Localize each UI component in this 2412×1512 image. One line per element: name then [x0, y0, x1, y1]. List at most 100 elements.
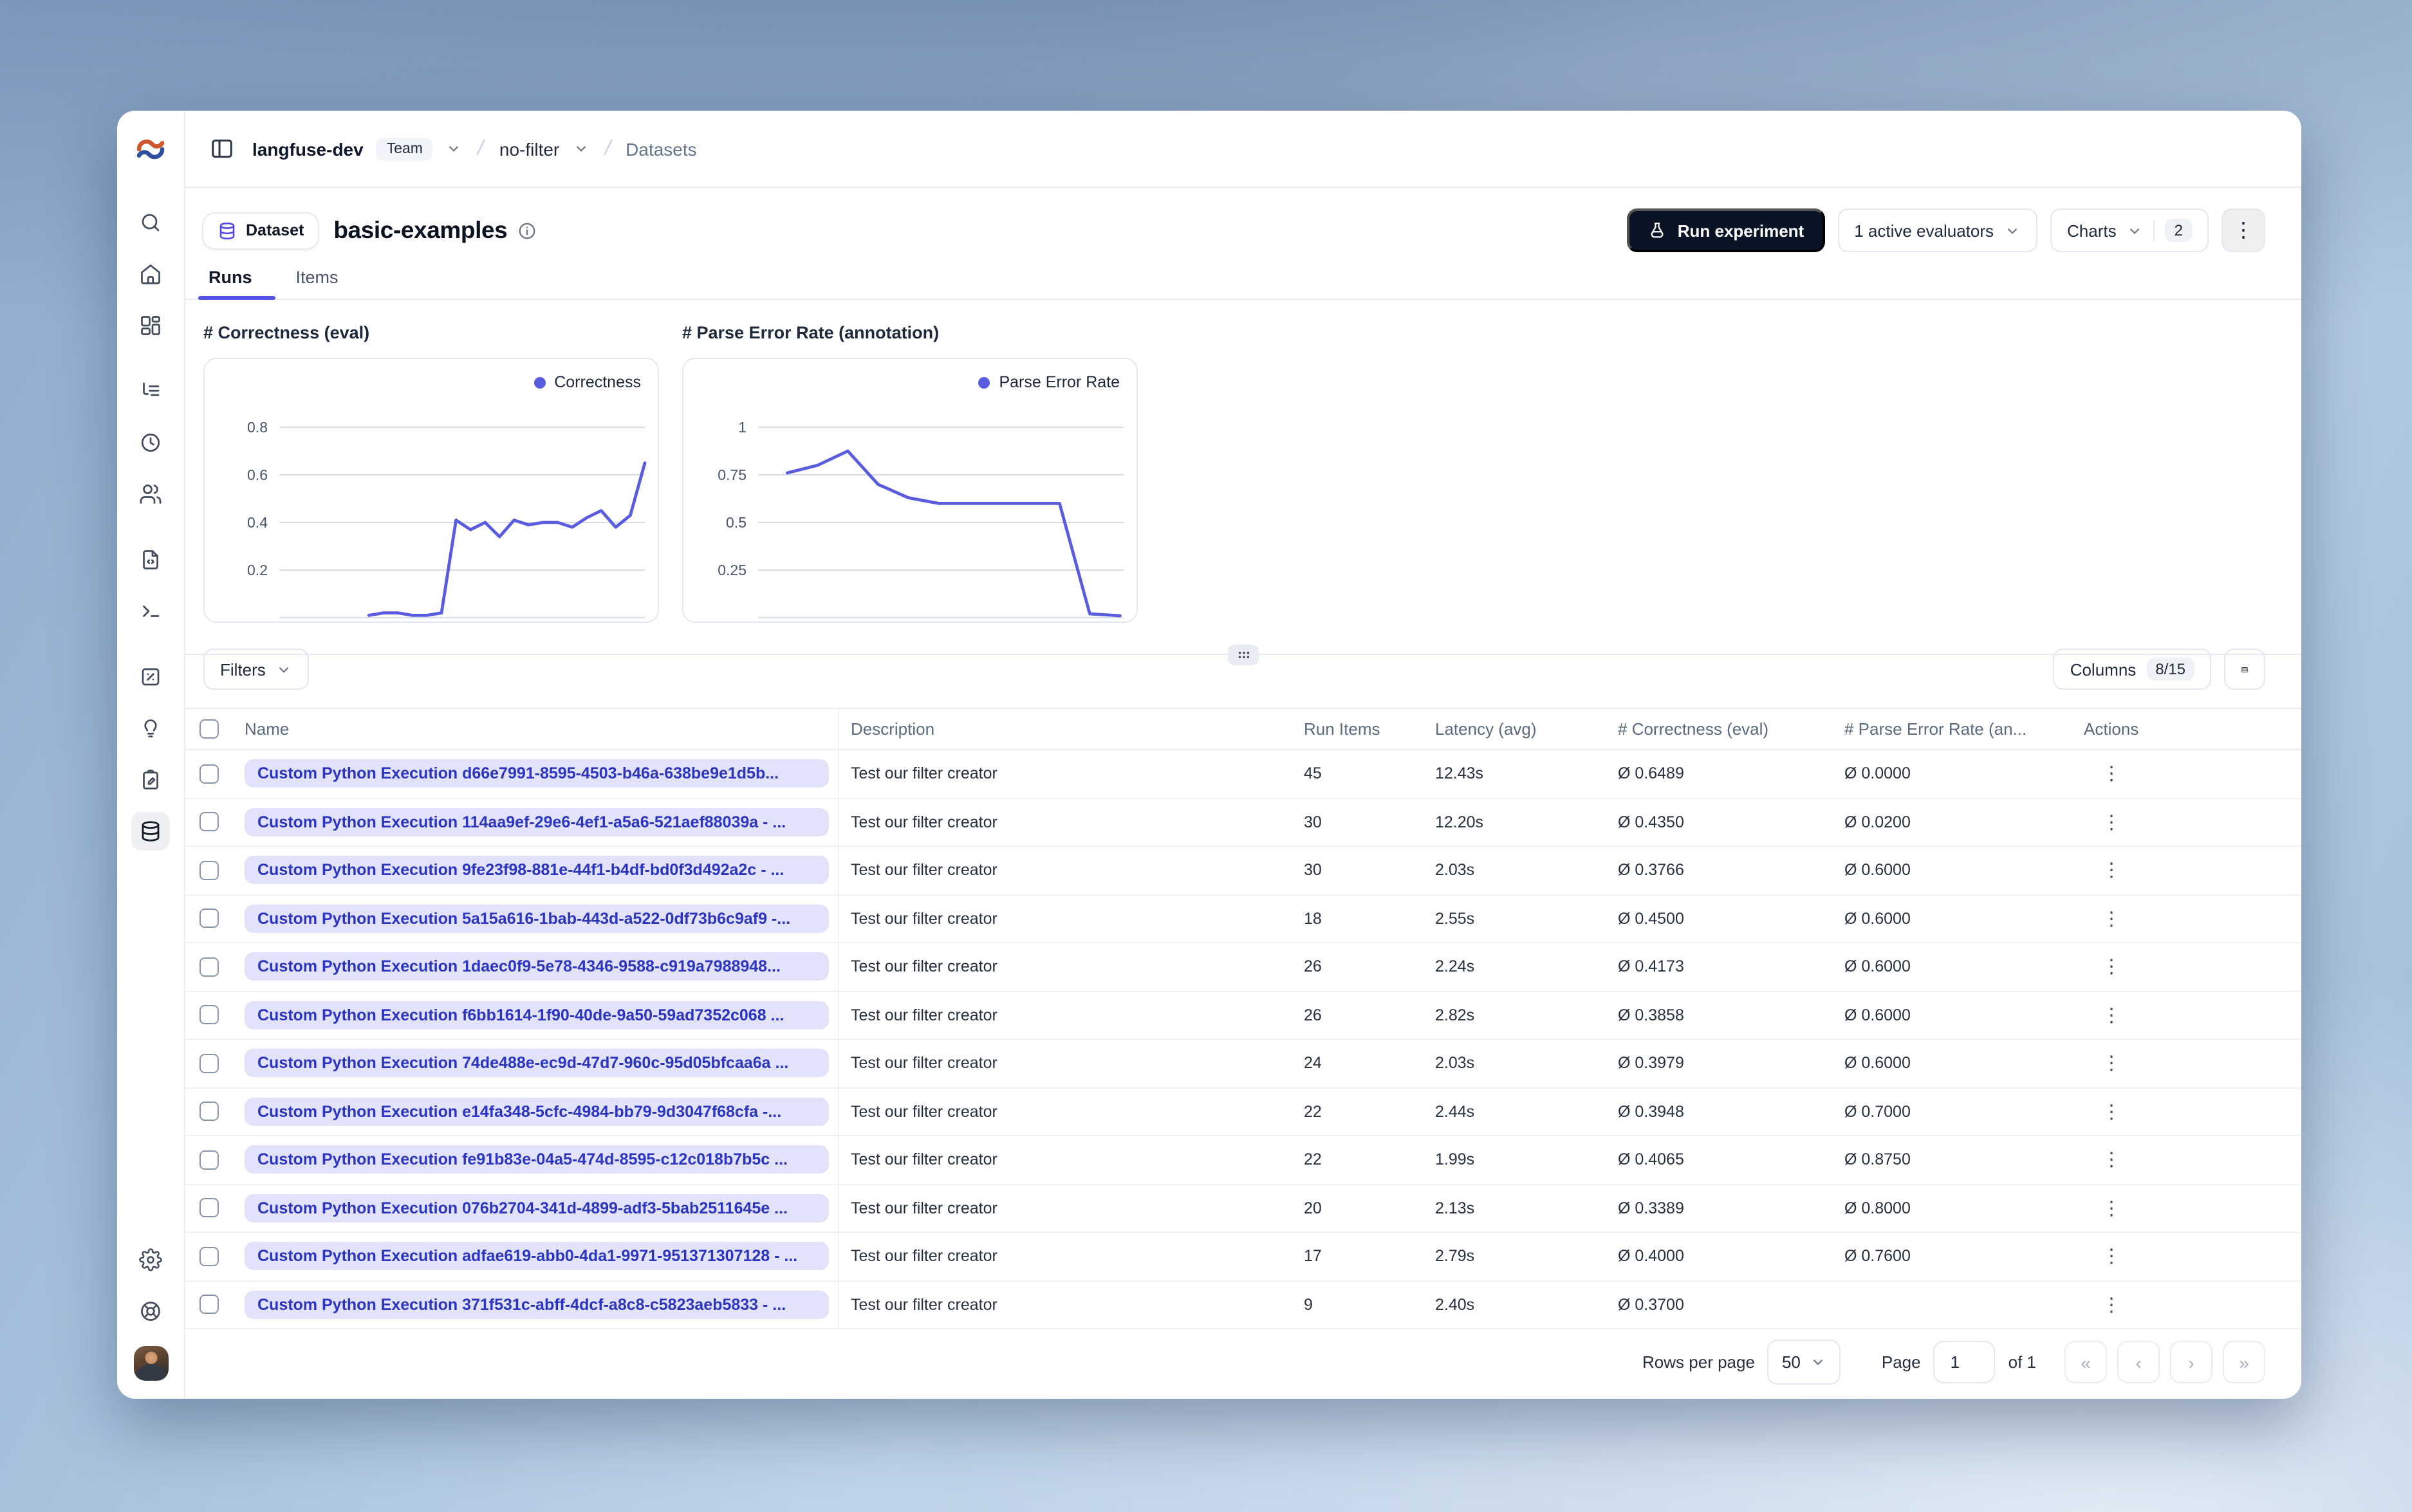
row-kebab-menu[interactable]: ⋮ [2084, 1147, 2129, 1173]
run-name-link[interactable]: Custom Python Execution d66e7991-8595-45… [245, 759, 829, 788]
run-name-link[interactable]: Custom Python Execution 114aa9ef-29e6-4e… [245, 807, 829, 836]
column-header-name[interactable]: Name [233, 709, 839, 749]
divider [2153, 220, 2155, 241]
row-checkbox[interactable] [199, 1005, 219, 1025]
run-name-link[interactable]: Custom Python Execution 9fe23f98-881e-44… [245, 856, 829, 885]
run-latency: 2.55s [1435, 909, 1475, 928]
run-name-link[interactable]: Custom Python Execution 74de488e-ec9d-47… [245, 1049, 829, 1078]
row-kebab-menu[interactable]: ⋮ [2084, 906, 2129, 932]
run-name-link[interactable]: Custom Python Execution 5a15a616-1bab-44… [245, 904, 829, 933]
column-header-description[interactable]: Description [839, 719, 1292, 739]
row-kebab-menu[interactable]: ⋮ [2084, 1292, 2129, 1318]
row-checkbox[interactable] [199, 957, 219, 977]
tab-runs[interactable]: Runs [198, 268, 275, 300]
prev-page-button[interactable]: ‹ [2117, 1341, 2160, 1383]
run-name-link[interactable]: Custom Python Execution fe91b83e-04a5-47… [245, 1145, 829, 1174]
column-header-correctness[interactable]: # Correctness (eval) [1606, 719, 1833, 739]
row-checkbox[interactable] [199, 1198, 219, 1218]
row-checkbox[interactable] [199, 812, 219, 832]
page-input[interactable] [1933, 1341, 1996, 1383]
run-description: Test our filter creator [851, 1295, 997, 1314]
user-avatar[interactable] [133, 1346, 168, 1381]
table-row[interactable]: Custom Python Execution 74de488e-ec9d-47… [185, 1040, 2301, 1088]
row-kebab-menu[interactable]: ⋮ [2084, 1051, 2129, 1076]
prompts-file-code-icon[interactable] [131, 540, 170, 579]
evaluators-lightbulb-icon[interactable] [131, 709, 170, 748]
last-page-button[interactable]: » [2223, 1341, 2265, 1383]
row-kebab-menu[interactable]: ⋮ [2084, 1244, 2129, 1269]
langfuse-logo-icon[interactable] [135, 136, 166, 162]
row-kebab-menu[interactable]: ⋮ [2084, 858, 2129, 883]
breadcrumb-org[interactable]: langfuse-dev [252, 138, 364, 159]
run-name-link[interactable]: Custom Python Execution e14fa348-5cfc-49… [245, 1097, 829, 1126]
table-row[interactable]: Custom Python Execution 9fe23f98-881e-44… [185, 847, 2301, 895]
run-correctness: Ø 0.4350 [1618, 813, 1684, 831]
tracing-icon[interactable] [131, 372, 170, 410]
support-lifebuoy-icon[interactable] [131, 1292, 170, 1331]
row-checkbox[interactable] [199, 860, 219, 880]
datasets-database-icon[interactable] [131, 812, 170, 851]
table-row[interactable]: Custom Python Execution 114aa9ef-29e6-4e… [185, 798, 2301, 847]
row-checkbox[interactable] [199, 1053, 219, 1073]
tab-items[interactable]: Items [291, 268, 344, 299]
users-icon[interactable] [131, 475, 170, 513]
table-row[interactable]: Custom Python Execution adfae619-abb0-4d… [185, 1233, 2301, 1281]
drag-handle[interactable] [1228, 645, 1259, 665]
row-kebab-menu[interactable]: ⋮ [2084, 761, 2129, 787]
row-kebab-menu[interactable]: ⋮ [2084, 1002, 2129, 1028]
run-name-link[interactable]: Custom Python Execution adfae619-abb0-4d… [245, 1242, 829, 1271]
sessions-clock-icon[interactable] [131, 423, 170, 462]
table-row[interactable]: Custom Python Execution d66e7991-8595-45… [185, 750, 2301, 798]
row-checkbox[interactable] [199, 1102, 219, 1121]
first-page-button[interactable]: « [2064, 1341, 2107, 1383]
run-experiment-button[interactable]: Run experiment [1627, 208, 1825, 252]
page-kebab-menu[interactable]: ⋮ [2222, 208, 2265, 252]
table-row[interactable]: Custom Python Execution e14fa348-5cfc-49… [185, 1088, 2301, 1136]
run-name-link[interactable]: Custom Python Execution f6bb1614-1f90-40… [245, 1000, 829, 1029]
desktop-background: langfuse-dev Team / no-filter / Datasets… [0, 0, 2412, 1512]
table-row[interactable]: Custom Python Execution fe91b83e-04a5-47… [185, 1136, 2301, 1185]
rows-per-page-select[interactable]: 50 [1767, 1340, 1841, 1385]
table-row[interactable]: Custom Python Execution 076b2704-341d-48… [185, 1185, 2301, 1233]
row-kebab-menu[interactable]: ⋮ [2084, 1099, 2129, 1125]
row-checkbox[interactable] [199, 1150, 219, 1170]
charts-dropdown[interactable]: Charts 2 [2050, 208, 2209, 252]
row-kebab-menu[interactable]: ⋮ [2084, 809, 2129, 835]
sidebar-toggle-icon[interactable] [203, 131, 239, 167]
table-row[interactable]: Custom Python Execution 371f531c-abff-4d… [185, 1281, 2301, 1329]
active-evaluators-dropdown[interactable]: 1 active evaluators [1837, 208, 2038, 252]
search-icon[interactable] [131, 203, 170, 242]
run-name-link[interactable]: Custom Python Execution 371f531c-abff-4d… [245, 1290, 829, 1319]
rows-per-page-label: Rows per page [1642, 1352, 1755, 1372]
run-name-link[interactable]: Custom Python Execution 076b2704-341d-48… [245, 1194, 829, 1222]
row-kebab-menu[interactable]: ⋮ [2084, 954, 2129, 980]
row-checkbox[interactable] [199, 1295, 219, 1314]
table-row[interactable]: Custom Python Execution 5a15a616-1bab-44… [185, 895, 2301, 943]
table-row[interactable]: Custom Python Execution 1daec0f9-5e78-43… [185, 943, 2301, 991]
info-icon[interactable] [517, 221, 537, 240]
row-checkbox[interactable] [199, 908, 219, 928]
row-checkbox[interactable] [199, 764, 219, 784]
next-page-button[interactable]: › [2170, 1341, 2213, 1383]
run-parse-error: Ø 0.6000 [1844, 861, 1911, 880]
table-row[interactable]: Custom Python Execution f6bb1614-1f90-40… [185, 991, 2301, 1040]
select-all-checkbox[interactable] [199, 719, 219, 739]
chevron-down-icon[interactable] [572, 140, 589, 157]
column-header-parse-error[interactable]: # Parse Error Rate (an... [1833, 719, 2072, 739]
chevron-down-icon[interactable] [446, 140, 463, 157]
column-header-run-items[interactable]: Run Items [1292, 719, 1424, 739]
dashboards-icon[interactable] [131, 306, 170, 345]
breadcrumb-project[interactable]: no-filter [499, 138, 559, 159]
run-description: Test our filter creator [851, 1102, 997, 1121]
breadcrumb-section[interactable]: Datasets [626, 138, 697, 159]
home-icon[interactable] [131, 255, 170, 293]
chart-legend: Correctness [533, 373, 641, 391]
playground-terminal-icon[interactable] [131, 592, 170, 631]
row-checkbox[interactable] [199, 1246, 219, 1266]
scores-percent-icon[interactable] [131, 658, 170, 696]
column-header-latency[interactable]: Latency (avg) [1424, 719, 1606, 739]
run-name-link[interactable]: Custom Python Execution 1daec0f9-5e78-43… [245, 952, 829, 981]
settings-gear-icon[interactable] [131, 1240, 170, 1279]
row-kebab-menu[interactable]: ⋮ [2084, 1195, 2129, 1221]
annotations-clipboard-icon[interactable] [131, 761, 170, 799]
